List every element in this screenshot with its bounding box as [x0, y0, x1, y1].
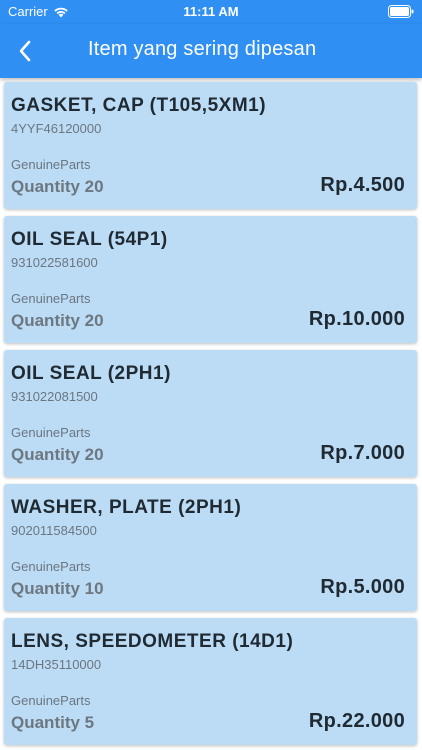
chevron-left-icon [19, 40, 31, 62]
app-bar: Item yang sering dipesan [0, 24, 422, 78]
item-name: OIL SEAL (2PH1) [11, 363, 171, 384]
item-quantity: Quantity 5 [11, 713, 95, 732]
status-time: 11:11 AM [183, 4, 239, 19]
list-item[interactable]: LENS, SPEEDOMETER (14D1) 14DH35110000 Ge… [4, 618, 417, 745]
item-name: LENS, SPEEDOMETER (14D1) [11, 631, 294, 652]
battery-icon [388, 5, 414, 21]
item-price: Rp.7.000 [320, 442, 405, 464]
item-price: Rp.5.000 [320, 576, 405, 598]
item-quantity: Quantity 20 [11, 177, 104, 196]
item-name: OIL SEAL (54P1) [11, 229, 168, 250]
item-code: 902011584500 [11, 523, 97, 538]
back-button[interactable] [8, 34, 42, 68]
list-item[interactable]: WASHER, PLATE (2PH1) 902011584500 Genuin… [4, 484, 417, 611]
item-price: Rp.22.000 [308, 710, 405, 732]
item-name: GASKET, CAP (T105,5XM1) [11, 95, 267, 116]
item-price: Rp.4.500 [320, 174, 405, 196]
item-code: 931022081500 [11, 389, 98, 404]
item-quantity: Quantity 10 [11, 579, 104, 598]
item-code: 4YYF46120000 [11, 121, 102, 136]
item-price: Rp.10.000 [308, 308, 405, 330]
item-brand: GenuineParts [11, 291, 91, 306]
page-title: Item yang sering dipesan [88, 38, 317, 60]
item-code: 14DH35110000 [11, 657, 102, 672]
status-bar: Carrier 11:11 AM [0, 0, 422, 24]
item-brand: GenuineParts [11, 693, 91, 708]
item-name: WASHER, PLATE (2PH1) [11, 497, 242, 518]
item-brand: GenuineParts [11, 559, 91, 574]
item-brand: GenuineParts [11, 425, 91, 440]
item-code: 931022581600 [11, 255, 98, 270]
list-item[interactable]: OIL SEAL (54P1) 931022581600 GenuinePart… [4, 216, 417, 343]
item-quantity: Quantity 20 [11, 445, 104, 464]
item-quantity: Quantity 20 [11, 311, 104, 330]
list-item[interactable]: GASKET, CAP (T105,5XM1) 4YYF46120000 Gen… [4, 82, 417, 209]
item-brand: GenuineParts [11, 157, 91, 172]
list-item[interactable]: OIL SEAL (2PH1) 931022081500 GenuinePart… [4, 350, 417, 477]
